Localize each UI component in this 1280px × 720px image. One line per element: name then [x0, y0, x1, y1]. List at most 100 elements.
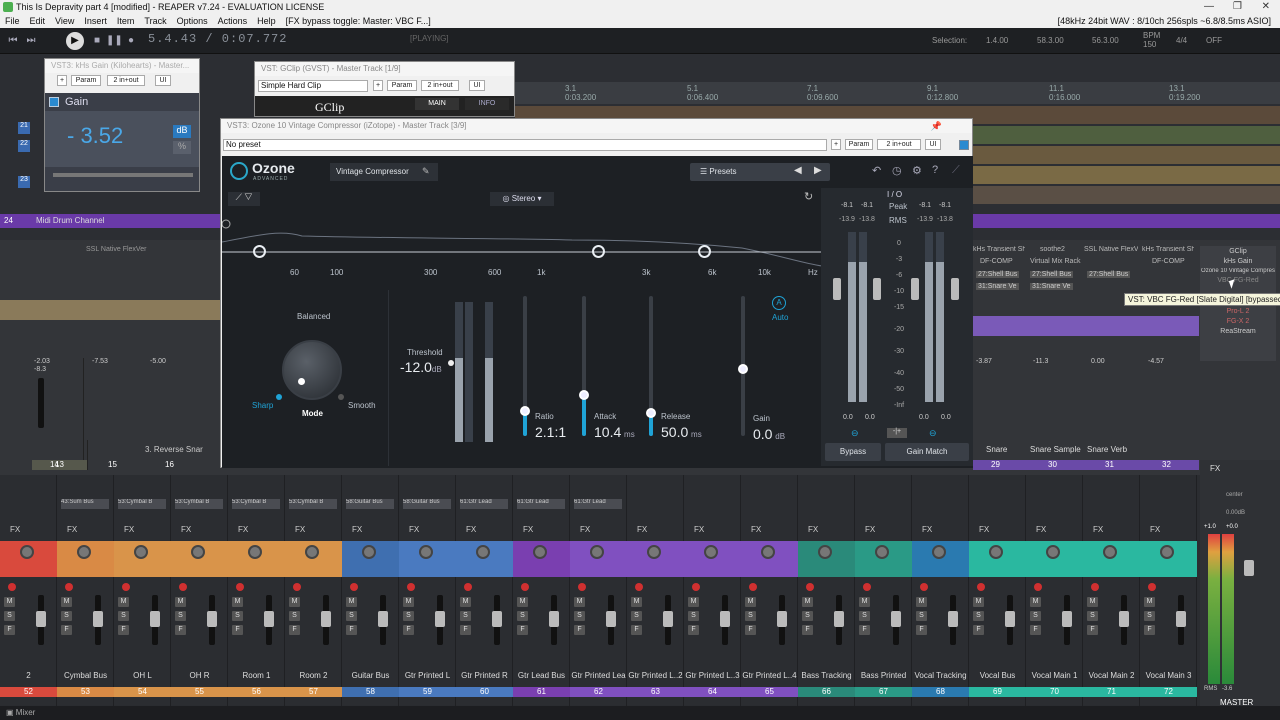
fader-cap[interactable] [378, 611, 388, 627]
ratio-handle[interactable] [520, 406, 530, 416]
stereo-dropdown[interactable]: ◎ Stereo ▾ [490, 192, 554, 206]
mute-button[interactable]: M [403, 597, 414, 607]
go-start-icon[interactable]: ⏮ [6, 34, 20, 48]
mute-button[interactable]: M [973, 597, 984, 607]
mode-balanced-label[interactable]: Balanced [297, 312, 330, 321]
solo-button[interactable]: S [973, 611, 984, 621]
record-arm-icon[interactable] [863, 583, 871, 591]
menu-insert[interactable]: Insert [79, 14, 112, 28]
gain-handle[interactable] [738, 364, 748, 374]
pan-knob[interactable] [875, 545, 889, 559]
fx-button[interactable]: FX [751, 525, 761, 534]
mute-button[interactable]: M [1087, 597, 1098, 607]
fx-bypass-button[interactable]: F [517, 625, 528, 635]
strip-name[interactable]: Gtr Printed R [456, 671, 513, 683]
ui-button[interactable]: UI [925, 139, 941, 150]
go-end-icon[interactable]: ⏭ [24, 34, 38, 48]
strip-name[interactable]: Bass Tracking [798, 671, 855, 683]
fader-cap[interactable] [948, 611, 958, 627]
send-slot[interactable]: 27:Shell Bus [976, 271, 1020, 278]
strip-name[interactable]: Gtr Lead Bus [513, 671, 570, 683]
solo-button[interactable]: S [745, 611, 756, 621]
pan-knob[interactable] [20, 545, 34, 559]
mode-smooth-dot[interactable] [338, 394, 344, 400]
output-trim-handle[interactable] [951, 278, 959, 300]
fx-chain-item[interactable]: Pro-L 2 [1200, 308, 1276, 315]
fader-cap[interactable] [1176, 611, 1186, 627]
menu-view[interactable]: View [50, 14, 79, 28]
bypass-button[interactable]: Bypass [825, 443, 881, 461]
send-slot[interactable]: 31:Snare Ve [976, 283, 1019, 290]
strip-name[interactable]: 2 [0, 671, 57, 683]
strip-name[interactable]: OH L [114, 671, 171, 683]
mute-button[interactable]: M [859, 597, 870, 607]
fx-button[interactable]: FX [637, 525, 647, 534]
mute-button[interactable]: M [175, 597, 186, 607]
fx-chain-item[interactable]: VBC FG-Red [1200, 277, 1276, 284]
solo-button[interactable]: S [61, 611, 72, 621]
fader-cap[interactable] [36, 611, 46, 627]
timeline-ruler[interactable]: 3.1 0:03.200 5.1 0:06.400 7.1 0:09.600 9.1 0… [515, 82, 1280, 104]
pan-knob[interactable] [1103, 545, 1117, 559]
ratio-value[interactable]: 2.1:1 [535, 424, 566, 440]
fx-button[interactable]: FX [466, 525, 476, 534]
fx-slot[interactable]: kHs Transient Sh [1142, 246, 1194, 253]
fx-slot[interactable]: SSL Native FlexVer [86, 246, 146, 253]
in-trim-l[interactable]: 0.0 [843, 414, 853, 421]
solo-button[interactable]: S [631, 611, 642, 621]
fx-slot[interactable]: DF-COMP [980, 258, 1013, 265]
menu-help[interactable]: Help [252, 14, 281, 28]
pan-knob[interactable] [77, 545, 91, 559]
mute-button[interactable]: M [517, 597, 528, 607]
fx-button[interactable]: FX [1150, 525, 1160, 534]
presets-button[interactable]: ☰ Presets [690, 163, 830, 181]
fader-cap[interactable] [1005, 611, 1015, 627]
pan-knob[interactable] [134, 545, 148, 559]
pan-knob[interactable] [533, 545, 547, 559]
preset-dropdown[interactable]: Simple Hard Clip [258, 80, 368, 92]
gain-match-button[interactable]: Gain Match [885, 443, 969, 461]
pan-knob[interactable] [305, 545, 319, 559]
enable-checkbox[interactable] [959, 140, 969, 150]
fader-cap[interactable] [1119, 611, 1129, 627]
pan-knob[interactable] [476, 545, 490, 559]
send-slot[interactable]: 53:Cymbal B [289, 499, 337, 509]
gain-readout[interactable]: 0.0 dB [753, 426, 785, 442]
rate-off[interactable]: OFF [1206, 36, 1222, 45]
solo-button[interactable]: S [460, 611, 471, 621]
pause-icon[interactable]: ❚❚ [106, 34, 123, 48]
solo-button[interactable]: S [403, 611, 414, 621]
pan-knob[interactable] [818, 545, 832, 559]
fx-chain-item[interactable]: GClip [1200, 248, 1276, 255]
master-fx-button[interactable]: FX [1210, 464, 1220, 473]
out-trim-r[interactable]: 0.0 [941, 414, 951, 421]
pan-knob[interactable] [989, 545, 1003, 559]
fx-bypass-button[interactable]: F [574, 625, 585, 635]
record-arm-icon[interactable] [1148, 583, 1156, 591]
fx-slot[interactable]: DF-COMP [1152, 258, 1185, 265]
fader-cap[interactable] [150, 611, 160, 627]
send-slot[interactable]: 43:Sum Bus [61, 499, 109, 509]
fader-cap[interactable] [492, 611, 502, 627]
fx-button[interactable]: FX [10, 525, 20, 534]
mute-button[interactable]: M [1144, 597, 1155, 607]
strip-name[interactable]: Bass Printed [855, 671, 912, 683]
strip-name[interactable]: Gtr Printed L..4 [741, 671, 798, 683]
fx-button[interactable]: FX [580, 525, 590, 534]
attack-slider[interactable] [582, 296, 586, 436]
input-trim-handle[interactable] [833, 278, 841, 300]
fx-bypass-button[interactable]: F [802, 625, 813, 635]
fx-button[interactable]: FX [922, 525, 932, 534]
mode-sharp-label[interactable]: Sharp [252, 401, 273, 410]
pan-knob[interactable] [419, 545, 433, 559]
record-arm-icon[interactable] [806, 583, 814, 591]
record-arm-icon[interactable] [464, 583, 472, 591]
solo-button[interactable]: S [1030, 611, 1041, 621]
pan-knob[interactable] [647, 545, 661, 559]
send-slot[interactable]: 61:Gtr Lead [517, 499, 565, 509]
menu-edit[interactable]: Edit [25, 14, 51, 28]
fx-bypass-button[interactable]: F [859, 625, 870, 635]
fx-button[interactable]: FX [694, 525, 704, 534]
fx-chain-item[interactable]: ReaStream [1200, 328, 1276, 335]
record-arm-icon[interactable] [521, 583, 529, 591]
